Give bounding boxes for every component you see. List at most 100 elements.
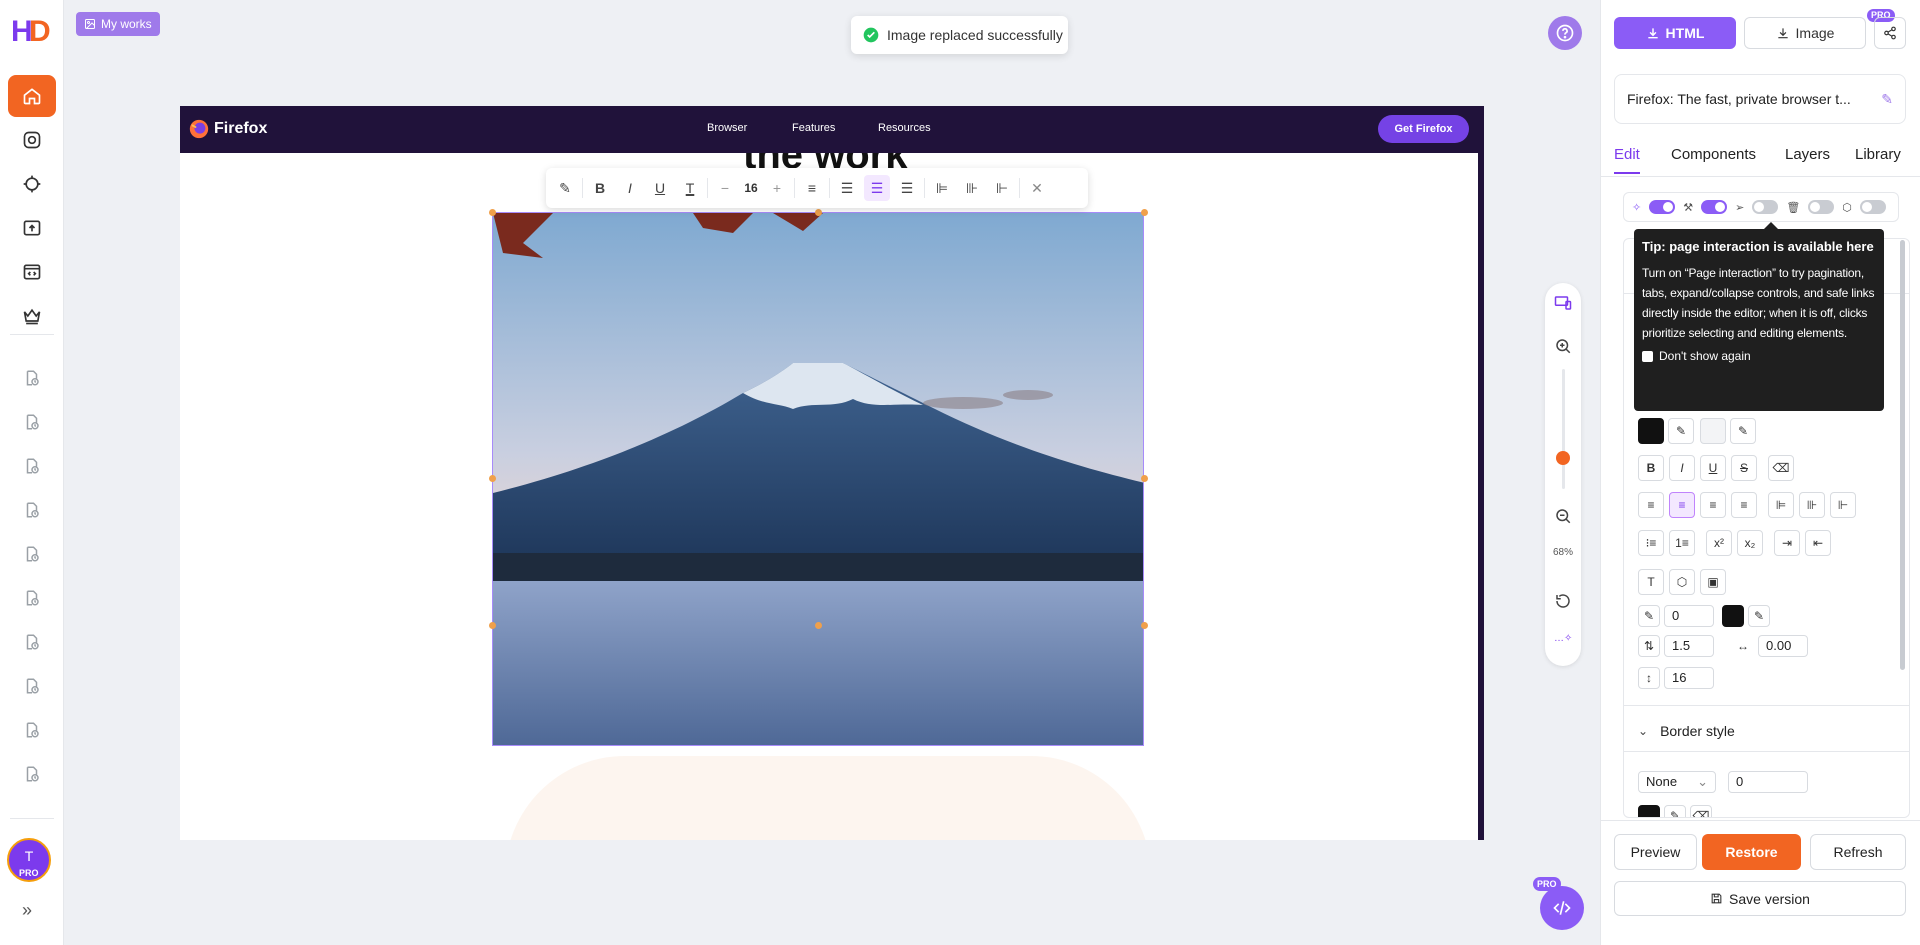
device-preview-icon[interactable]: [1554, 295, 1572, 311]
outdent-icon[interactable]: ⇤: [1805, 530, 1831, 556]
numbered-list-icon[interactable]: 1≡: [1669, 530, 1695, 556]
history-item[interactable]: [8, 357, 56, 399]
border-style-header[interactable]: ⌄ Border style: [1638, 723, 1735, 739]
resize-handle[interactable]: [1141, 622, 1148, 629]
more-options-icon[interactable]: …✧: [1554, 633, 1572, 644]
stroke-color-swatch[interactable]: [1722, 605, 1744, 627]
border-type-select[interactable]: None ⌄: [1638, 771, 1716, 793]
zoom-slider-track[interactable]: [1562, 369, 1565, 489]
panel-scrollbar[interactable]: [1900, 240, 1905, 670]
align-center-icon[interactable]: ≡: [1669, 492, 1695, 518]
help-button[interactable]: [1548, 16, 1582, 50]
screenshot-nav-button[interactable]: [8, 119, 56, 161]
indent-icon[interactable]: ⇥: [1774, 530, 1800, 556]
letter-spacing-input[interactable]: 0.00: [1758, 635, 1808, 657]
nav-link-resources[interactable]: Resources: [878, 122, 931, 134]
align-left-icon[interactable]: ≡: [1638, 492, 1664, 518]
align-center-icon[interactable]: ☰: [864, 175, 890, 201]
line-height-input[interactable]: 1.5: [1664, 635, 1714, 657]
align-block-center-icon[interactable]: ⊪: [1799, 492, 1825, 518]
dont-show-again[interactable]: Don't show again: [1642, 349, 1876, 363]
align-left-icon[interactable]: ☰: [834, 175, 860, 201]
upload-nav-button[interactable]: [8, 207, 56, 249]
target-nav-button[interactable]: [8, 163, 56, 205]
history-item[interactable]: [8, 489, 56, 531]
edit-icon[interactable]: ✎: [1881, 91, 1893, 108]
resize-handle[interactable]: [489, 209, 496, 216]
history-item[interactable]: [8, 445, 56, 487]
align-block-right-icon[interactable]: ⊩: [989, 175, 1015, 201]
resize-handle[interactable]: [815, 622, 822, 629]
ai-mode-toggle[interactable]: [1649, 200, 1676, 214]
line-spacing-icon[interactable]: ≡: [799, 175, 825, 201]
stroke-width-input[interactable]: 0: [1664, 605, 1714, 627]
image-icon[interactable]: ▣: [1700, 569, 1726, 595]
zoom-out-icon[interactable]: [1554, 507, 1572, 525]
text-color-icon[interactable]: T: [677, 175, 703, 201]
align-block-right-icon[interactable]: ⊩: [1830, 492, 1856, 518]
text-color-swatch[interactable]: [1638, 418, 1664, 444]
share-button[interactable]: [1874, 17, 1906, 49]
resize-handle[interactable]: [1141, 209, 1148, 216]
page-title-field[interactable]: Firefox: The fast, private browser t... …: [1614, 74, 1906, 124]
increase-font-icon[interactable]: +: [764, 175, 790, 201]
italic-icon[interactable]: I: [1669, 455, 1695, 481]
history-item[interactable]: [8, 709, 56, 751]
cube-icon[interactable]: ⬡: [1669, 569, 1695, 595]
tab-library[interactable]: Library: [1855, 146, 1901, 163]
eyedropper-icon[interactable]: ✎: [1730, 418, 1756, 444]
bullet-list-icon[interactable]: ⁝≡: [1638, 530, 1664, 556]
history-item[interactable]: [8, 621, 56, 663]
app-logo[interactable]: H D: [9, 14, 55, 46]
hero-image[interactable]: [492, 212, 1144, 746]
close-icon[interactable]: ✕: [1024, 175, 1050, 201]
italic-icon[interactable]: I: [617, 175, 643, 201]
code-nav-button[interactable]: [8, 251, 56, 293]
history-item[interactable]: [8, 577, 56, 619]
preview-button[interactable]: Preview: [1614, 834, 1697, 870]
nav-link-features[interactable]: Features: [792, 122, 835, 134]
tab-layers[interactable]: Layers: [1785, 146, 1830, 163]
align-block-center-icon[interactable]: ⊪: [959, 175, 985, 201]
eraser-icon[interactable]: ⌫: [1768, 455, 1794, 481]
delete-mode-toggle[interactable]: [1808, 200, 1835, 214]
export-image-button[interactable]: Image: [1744, 17, 1866, 49]
bold-icon[interactable]: B: [1638, 455, 1664, 481]
text-icon[interactable]: T: [1638, 569, 1664, 595]
tab-components[interactable]: Components: [1671, 146, 1756, 163]
history-item[interactable]: [8, 401, 56, 443]
eraser-icon[interactable]: ⌫: [1690, 805, 1712, 817]
align-justify-icon[interactable]: ≡: [1731, 492, 1757, 518]
checkbox[interactable]: [1642, 350, 1653, 362]
eyedropper-icon[interactable]: ✎: [1748, 605, 1770, 627]
save-version-button[interactable]: Save version: [1614, 881, 1906, 916]
restore-button[interactable]: Restore: [1702, 834, 1801, 870]
resize-handle[interactable]: [815, 209, 822, 216]
expand-sidebar-icon[interactable]: »: [22, 900, 32, 921]
resize-handle[interactable]: [489, 475, 496, 482]
edit-mode-toggle[interactable]: [1701, 200, 1728, 214]
zoom-in-icon[interactable]: [1554, 337, 1572, 355]
border-width-input[interactable]: 0: [1728, 771, 1808, 793]
refresh-button[interactable]: Refresh: [1810, 834, 1906, 870]
font-size-input[interactable]: 16: [1664, 667, 1714, 689]
my-works-button[interactable]: My works: [76, 12, 160, 36]
eyedropper-icon[interactable]: ✎: [1664, 805, 1686, 817]
nav-link-browser[interactable]: Browser: [707, 122, 747, 134]
history-item[interactable]: [8, 665, 56, 707]
strikethrough-icon[interactable]: S: [1731, 455, 1757, 481]
avatar[interactable]: T PRO: [7, 838, 51, 882]
page-interaction-toggle[interactable]: [1752, 200, 1779, 214]
home-nav-button[interactable]: [8, 75, 56, 117]
resize-handle[interactable]: [489, 622, 496, 629]
border-color-swatch[interactable]: [1638, 805, 1660, 817]
pen-icon[interactable]: ✎: [552, 175, 578, 201]
decrease-font-icon[interactable]: −: [712, 175, 738, 201]
code-view-button[interactable]: [1540, 886, 1584, 930]
underline-icon[interactable]: U: [1700, 455, 1726, 481]
bg-color-swatch[interactable]: [1700, 418, 1726, 444]
font-size-value[interactable]: 16: [742, 181, 760, 195]
history-item[interactable]: [8, 753, 56, 795]
align-right-icon[interactable]: ☰: [894, 175, 920, 201]
tab-edit[interactable]: Edit: [1614, 146, 1640, 163]
